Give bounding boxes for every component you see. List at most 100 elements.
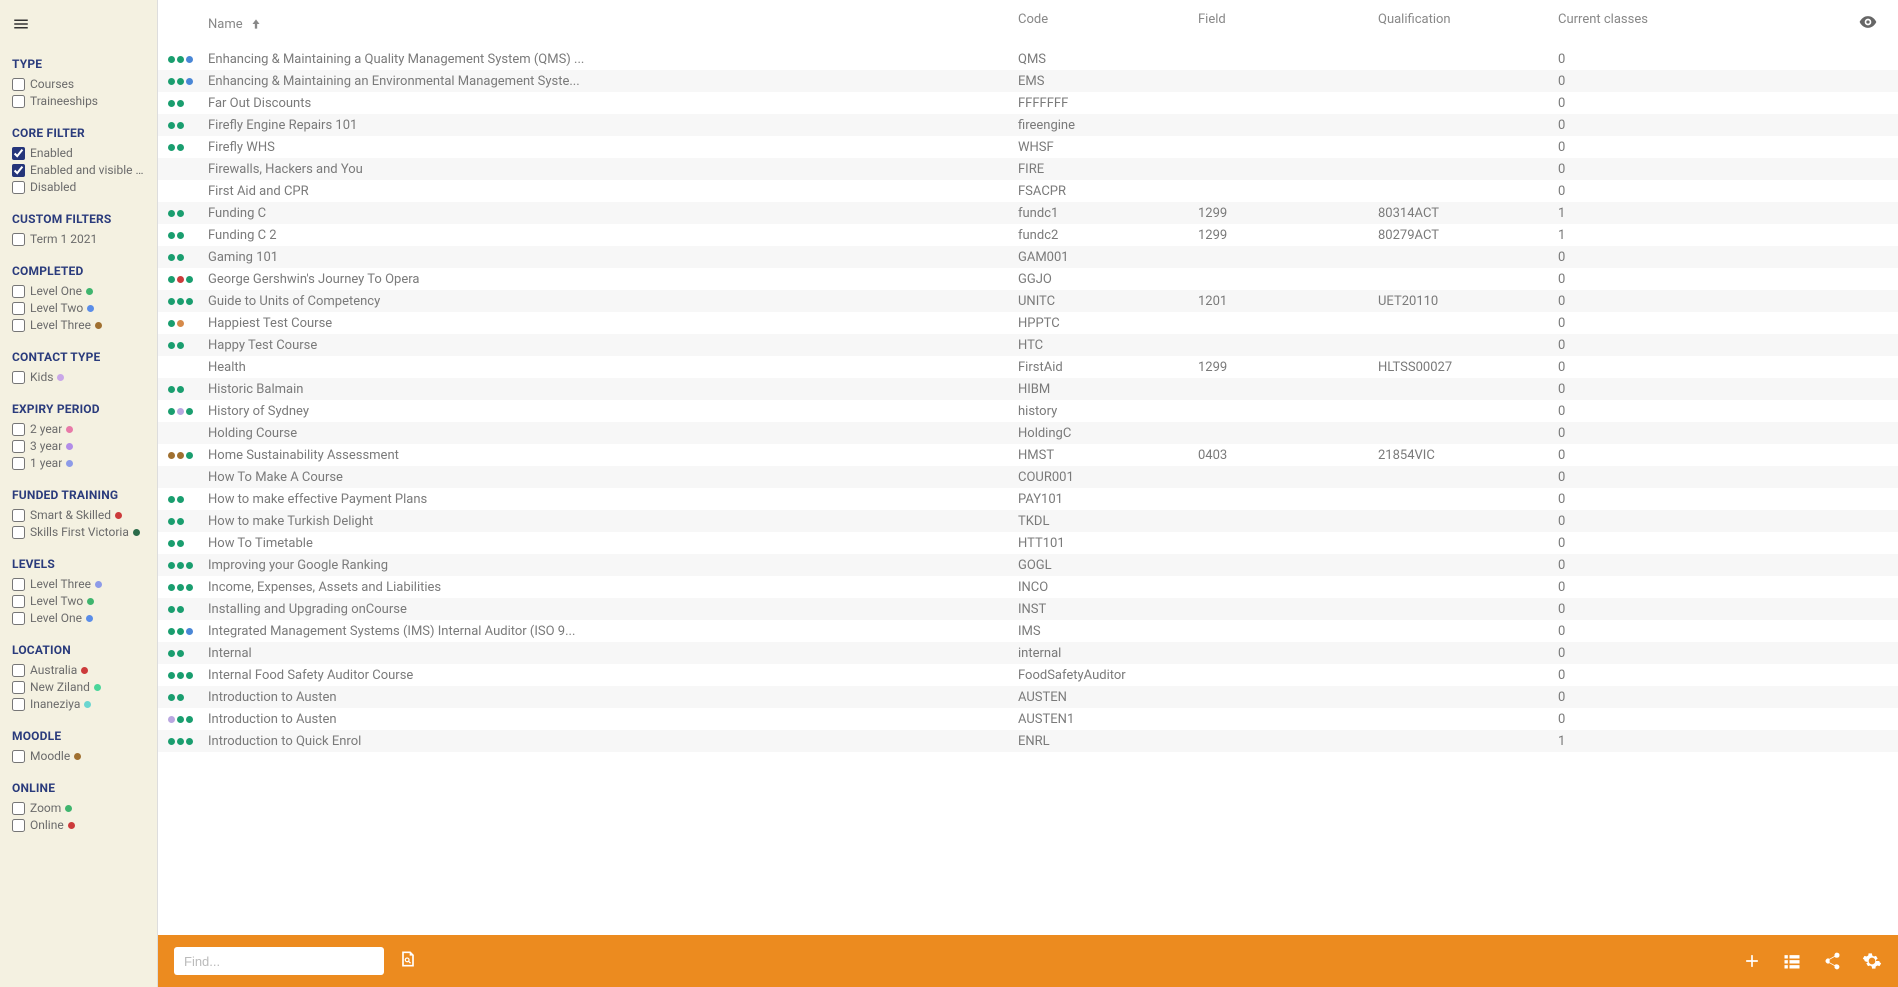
hamburger-menu[interactable] [12, 15, 147, 37]
visibility-icon[interactable] [1858, 12, 1878, 32]
filter-item[interactable]: Level Three [12, 318, 147, 332]
table-row[interactable]: How To TimetableHTT1010 [158, 532, 1898, 554]
table-row[interactable]: Happy Test CourseHTC0 [158, 334, 1898, 356]
table-row[interactable]: Enhancing & Maintaining a Quality Manage… [158, 48, 1898, 70]
filter-checkbox[interactable] [12, 595, 25, 608]
filter-item[interactable]: Level Two [12, 301, 147, 315]
filter-group-title: ONLINE [12, 781, 147, 795]
table-row[interactable]: Internal Food Safety Auditor CourseFoodS… [158, 664, 1898, 686]
filter-checkbox[interactable] [12, 750, 25, 763]
filter-item[interactable]: Australia [12, 663, 147, 677]
filter-checkbox[interactable] [12, 319, 25, 332]
table-row[interactable]: Gaming 101GAM0010 [158, 246, 1898, 268]
table-row[interactable]: Introduction to Quick EnrolENRL1 [158, 730, 1898, 752]
filter-checkbox[interactable] [12, 164, 25, 177]
table-row[interactable]: Far Out DiscountsFFFFFFF0 [158, 92, 1898, 114]
advanced-search-button[interactable] [398, 949, 418, 973]
filter-item[interactable]: Courses [12, 77, 147, 91]
filter-checkbox[interactable] [12, 302, 25, 315]
filter-checkbox[interactable] [12, 578, 25, 591]
filter-item[interactable]: Disabled [12, 180, 147, 194]
filter-item[interactable]: Level Three [12, 577, 147, 591]
filter-checkbox[interactable] [12, 457, 25, 470]
gear-icon[interactable] [1862, 951, 1882, 971]
filter-checkbox[interactable] [12, 181, 25, 194]
filter-item[interactable]: 1 year [12, 456, 147, 470]
filter-checkbox[interactable] [12, 440, 25, 453]
plus-icon[interactable] [1742, 951, 1762, 971]
table-row[interactable]: Home Sustainability AssessmentHMST040321… [158, 444, 1898, 466]
view-toggle-icon[interactable] [1782, 951, 1802, 971]
table-row[interactable]: How to make effective Payment PlansPAY10… [158, 488, 1898, 510]
column-header-name[interactable]: Name [208, 12, 1018, 36]
filter-item[interactable]: Skills First Victoria [12, 525, 147, 539]
row-tag-dots [168, 342, 208, 349]
table-row[interactable]: Holding CourseHoldingC0 [158, 422, 1898, 444]
table-row[interactable]: Guide to Units of CompetencyUNITC1201UET… [158, 290, 1898, 312]
table-row[interactable]: Improving your Google RankingGOGL0 [158, 554, 1898, 576]
table-row[interactable]: Installing and Upgrading onCourseINST0 [158, 598, 1898, 620]
filter-checkbox[interactable] [12, 147, 25, 160]
table-row[interactable]: How To Make A CourseCOUR0010 [158, 466, 1898, 488]
filter-item[interactable]: New Ziland [12, 680, 147, 694]
filter-checkbox[interactable] [12, 698, 25, 711]
filter-checkbox[interactable] [12, 509, 25, 522]
filter-checkbox[interactable] [12, 664, 25, 677]
filter-checkbox[interactable] [12, 233, 25, 246]
table-row[interactable]: Introduction to AustenAUSTEN0 [158, 686, 1898, 708]
filter-checkbox[interactable] [12, 423, 25, 436]
search-input[interactable] [174, 947, 384, 975]
filter-item[interactable]: Kids [12, 370, 147, 384]
share-icon[interactable] [1822, 951, 1842, 971]
table-row[interactable]: Integrated Management Systems (IMS) Inte… [158, 620, 1898, 642]
table-row[interactable]: Funding Cfundc1129980314ACT1 [158, 202, 1898, 224]
filter-item[interactable]: 2 year [12, 422, 147, 436]
filter-item[interactable]: Zoom [12, 801, 147, 815]
filter-item[interactable]: Online [12, 818, 147, 832]
cell-classes: 0 [1558, 712, 1838, 727]
filter-checkbox[interactable] [12, 371, 25, 384]
column-header-classes[interactable]: Current classes [1558, 12, 1838, 36]
filter-item[interactable]: Enabled [12, 146, 147, 160]
table-row[interactable]: Enhancing & Maintaining an Environmental… [158, 70, 1898, 92]
filter-item[interactable]: 3 year [12, 439, 147, 453]
table-row[interactable]: Firefly WHSWHSF0 [158, 136, 1898, 158]
table-row[interactable]: Income, Expenses, Assets and Liabilities… [158, 576, 1898, 598]
column-header-qualification[interactable]: Qualification [1378, 12, 1558, 36]
filter-item[interactable]: Inaneziya [12, 697, 147, 711]
filter-checkbox[interactable] [12, 681, 25, 694]
filter-checkbox[interactable] [12, 285, 25, 298]
table-row[interactable]: Happiest Test CourseHPPTC0 [158, 312, 1898, 334]
table-row[interactable]: Introduction to AustenAUSTEN10 [158, 708, 1898, 730]
table-row[interactable]: Firewalls, Hackers and YouFIRE0 [158, 158, 1898, 180]
tag-dot [168, 342, 175, 349]
table-row[interactable]: First Aid and CPRFSACPR0 [158, 180, 1898, 202]
filter-item[interactable]: Enabled and visible on... [12, 163, 147, 177]
filter-checkbox[interactable] [12, 612, 25, 625]
tag-dot [186, 452, 193, 459]
filter-checkbox[interactable] [12, 802, 25, 815]
filter-checkbox[interactable] [12, 78, 25, 91]
table-row[interactable]: How to make Turkish DelightTKDL0 [158, 510, 1898, 532]
filter-item[interactable]: Level One [12, 611, 147, 625]
column-header-field[interactable]: Field [1198, 12, 1378, 36]
filter-item[interactable]: Level One [12, 284, 147, 298]
table-row[interactable]: Historic BalmainHIBM0 [158, 378, 1898, 400]
filter-item[interactable]: Smart & Skilled [12, 508, 147, 522]
table-row[interactable]: Internalinternal0 [158, 642, 1898, 664]
filter-item[interactable]: Level Two [12, 594, 147, 608]
filter-item[interactable]: Traineeships [12, 94, 147, 108]
filter-checkbox[interactable] [12, 526, 25, 539]
column-header-code[interactable]: Code [1018, 12, 1198, 36]
cell-name: Gaming 101 [208, 250, 1018, 265]
table-row[interactable]: HealthFirstAid1299HLTSS000270 [158, 356, 1898, 378]
table-row[interactable]: George Gershwin's Journey To OperaGGJO0 [158, 268, 1898, 290]
filter-checkbox[interactable] [12, 819, 25, 832]
filter-checkbox[interactable] [12, 95, 25, 108]
table-row[interactable]: Firefly Engine Repairs 101fireengine0 [158, 114, 1898, 136]
table-row[interactable]: Funding C 2fundc2129980279ACT1 [158, 224, 1898, 246]
cell-name: Far Out Discounts [208, 96, 1018, 111]
filter-item[interactable]: Term 1 2021 [12, 232, 147, 246]
filter-item[interactable]: Moodle [12, 749, 147, 763]
table-row[interactable]: History of Sydneyhistory0 [158, 400, 1898, 422]
